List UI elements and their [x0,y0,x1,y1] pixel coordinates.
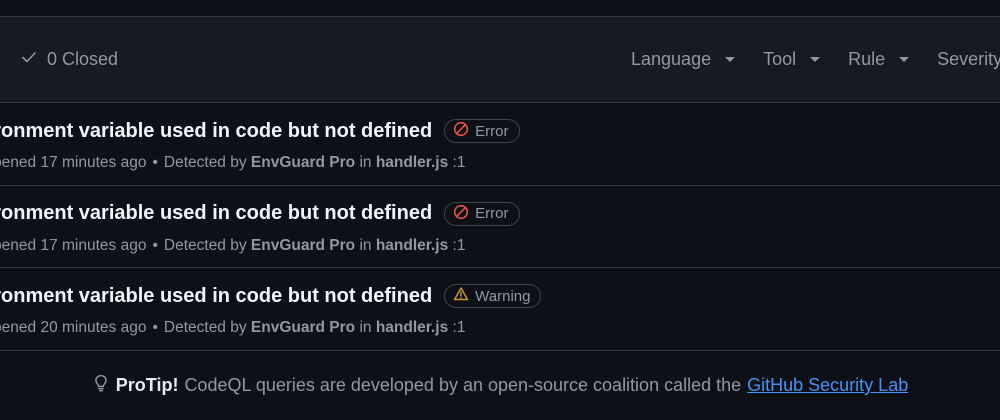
filter-bar: Language Tool Rule Severity [631,49,1000,70]
alert-meta: Opened 17 minutes ago•Detected by EnvGua… [0,237,465,255]
rule-filter-dropdown[interactable]: Rule [848,49,910,70]
detected-prefix: Detected by [163,236,247,254]
severity-label: Error [444,119,520,143]
rule-filter-label: Rule [848,49,886,69]
severity-label: Error [444,201,520,226]
language-filter-dropdown[interactable]: Language [631,49,736,70]
in-text: in [359,319,372,336]
line-number: :1 [452,236,466,254]
alert-title-link[interactable]: Environment variable used in code but no… [0,120,432,143]
file-name[interactable]: handler.js [376,237,448,254]
severity-filter-dropdown[interactable]: Severity [937,49,1000,70]
alert-row[interactable]: Environment variable used in code but no… [0,268,1000,351]
alert-title-line: Environment variable used in code but no… [0,284,542,308]
protip-label: ProTip! [115,375,179,395]
alert-row[interactable]: Environment variable used in code but no… [0,186,1000,268]
caret-down-icon [725,57,736,62]
alert-title-link[interactable]: Environment variable used in code but no… [0,285,432,308]
light-bulb-icon [92,374,110,397]
severity-text: Warning [475,287,531,305]
opened-time: Opened 20 minutes ago [0,319,147,336]
protip-banner: ProTip! CodeQL queries are developed by … [0,374,1000,397]
security-lab-link[interactable]: GitHub Security Lab [747,375,908,396]
stop-icon [453,204,469,224]
caret-down-icon [810,57,821,62]
alert-meta: Opened 17 minutes ago•Detected by EnvGua… [0,154,465,172]
stop-icon [453,121,469,141]
language-filter-label: Language [631,49,712,69]
opened-time: Opened 17 minutes ago [0,154,147,171]
tool-filter-label: Tool [763,49,797,69]
alerts-list-header: 0 Closed Language Tool Rule Severity [0,17,1000,103]
severity-text: Error [475,205,509,222]
in-text: in [359,154,372,171]
line-number: :1 [452,319,466,336]
severity-filter-label: Severity [937,49,1000,69]
alert-icon [453,286,469,306]
alerts-list: 0 Closed Language Tool Rule Severity onm… [0,16,1000,351]
code-scanning-page: 0 Closed Language Tool Rule Severity onm… [0,0,1000,420]
line-number: :1 [452,154,466,171]
check-icon [21,49,37,70]
alert-row[interactable]: Environment variable used in code but no… [0,103,1000,186]
alert-title-line: Environment variable used in code but no… [0,201,520,226]
protip-text: CodeQL queries are developed by an open-… [184,375,742,395]
detected-prefix: Detected by [163,154,247,171]
closed-count-label: 0 Closed [47,49,119,69]
file-name[interactable]: handler.js [376,319,448,336]
tool-name: EnvGuard Pro [250,319,356,336]
in-text: in [359,236,372,254]
tool-name: EnvGuard Pro [250,154,356,171]
alert-title-line: Environment variable used in code but no… [0,119,520,143]
tool-filter-dropdown[interactable]: Tool [763,49,821,70]
closed-filter-tab[interactable]: 0 Closed [21,49,118,70]
severity-text: Error [475,122,509,140]
file-name[interactable]: handler.js [376,154,448,171]
detected-prefix: Detected by [163,319,247,336]
caret-down-icon [899,57,910,62]
tool-name: EnvGuard Pro [250,236,356,254]
opened-time: Opened 17 minutes ago [0,236,147,254]
alert-meta: Opened 20 minutes ago•Detected by EnvGua… [0,319,465,337]
alert-title-link[interactable]: Environment variable used in code but no… [0,202,432,225]
severity-label: Warning [444,284,542,308]
